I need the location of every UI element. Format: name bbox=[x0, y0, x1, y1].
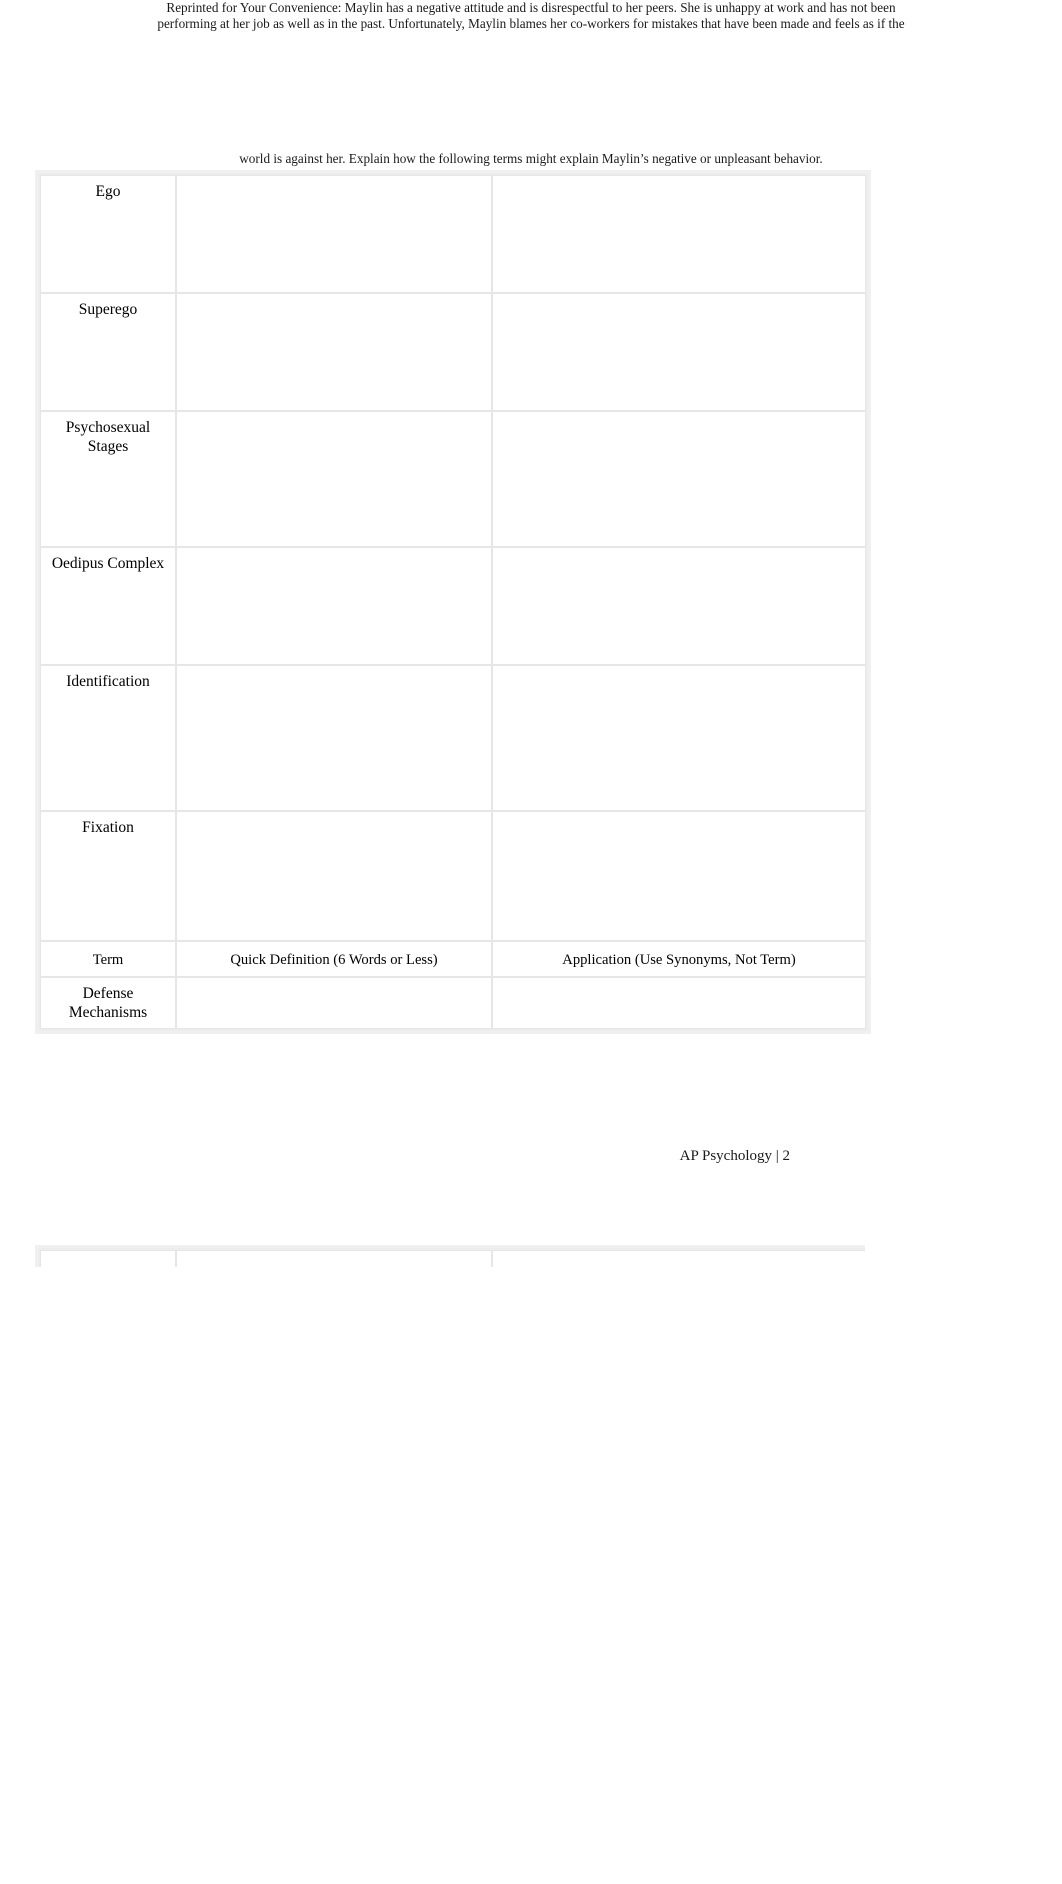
column-header-definition: Quick Definition (6 Words or Less) bbox=[176, 941, 492, 977]
application-field-oedipus-complex[interactable] bbox=[492, 547, 866, 665]
application-field-psychosexual-stages[interactable] bbox=[492, 411, 866, 547]
intro-paragraph: Reprinted for Your Convenience: Maylin h… bbox=[112, 0, 950, 31]
term-label-superego: Superego bbox=[40, 293, 176, 411]
column-header-application: Application (Use Synonyms, Not Term) bbox=[492, 941, 866, 977]
application-field-identification[interactable] bbox=[492, 665, 866, 811]
table-row: Psychosexual Stages bbox=[40, 411, 866, 547]
prompt-line: world is against her. Explain how the fo… bbox=[239, 151, 823, 166]
table-row: Defense Mechanisms bbox=[40, 977, 866, 1029]
term-label-identification: Identification bbox=[40, 665, 176, 811]
application-field-fixation[interactable] bbox=[492, 811, 866, 941]
next-page-table-fragment bbox=[35, 1245, 865, 1267]
table-row: Identification bbox=[40, 665, 866, 811]
table-row: Superego bbox=[40, 293, 866, 411]
application-field-superego[interactable] bbox=[492, 293, 866, 411]
term-label-defense-mechanisms: Defense Mechanisms bbox=[40, 977, 176, 1029]
column-header-term: Term bbox=[40, 941, 176, 977]
definition-field-ego[interactable] bbox=[176, 175, 492, 293]
definition-field-identification[interactable] bbox=[176, 665, 492, 811]
worksheet-table: Ego Superego Psychosexual Stages Oedipus … bbox=[35, 170, 871, 1034]
next-page-cell-definition[interactable] bbox=[176, 1250, 492, 1267]
application-field-defense-mechanisms[interactable] bbox=[492, 977, 866, 1029]
definition-field-psychosexual-stages[interactable] bbox=[176, 411, 492, 547]
application-field-ego[interactable] bbox=[492, 175, 866, 293]
definition-field-fixation[interactable] bbox=[176, 811, 492, 941]
term-label-oedipus-complex: Oedipus Complex bbox=[40, 547, 176, 665]
next-page-cell-term[interactable] bbox=[40, 1250, 176, 1267]
term-label-ego: Ego bbox=[40, 175, 176, 293]
table-row: Ego bbox=[40, 175, 866, 293]
next-page-cell-application[interactable] bbox=[492, 1250, 865, 1267]
intro-line-1: Reprinted for Your Convenience: Maylin h… bbox=[166, 0, 896, 15]
worksheet-table-container: Ego Superego Psychosexual Stages Oedipus … bbox=[35, 170, 871, 1034]
document-page: Reprinted for Your Convenience: Maylin h… bbox=[0, 0, 1062, 1884]
term-label-fixation: Fixation bbox=[40, 811, 176, 941]
footer-label: AP Psychology | 2 bbox=[679, 1148, 790, 1164]
next-page-table bbox=[35, 1245, 865, 1267]
definition-field-defense-mechanisms[interactable] bbox=[176, 977, 492, 1029]
definition-field-superego[interactable] bbox=[176, 293, 492, 411]
table-header-row: Term Quick Definition (6 Words or Less) … bbox=[40, 941, 866, 977]
intro-line-2: performing at her job as well as in the … bbox=[157, 15, 905, 31]
definition-field-oedipus-complex[interactable] bbox=[176, 547, 492, 665]
table-row: Fixation bbox=[40, 811, 866, 941]
table-row bbox=[40, 1250, 865, 1267]
table-row: Oedipus Complex bbox=[40, 547, 866, 665]
term-label-psychosexual-stages: Psychosexual Stages bbox=[40, 411, 176, 547]
